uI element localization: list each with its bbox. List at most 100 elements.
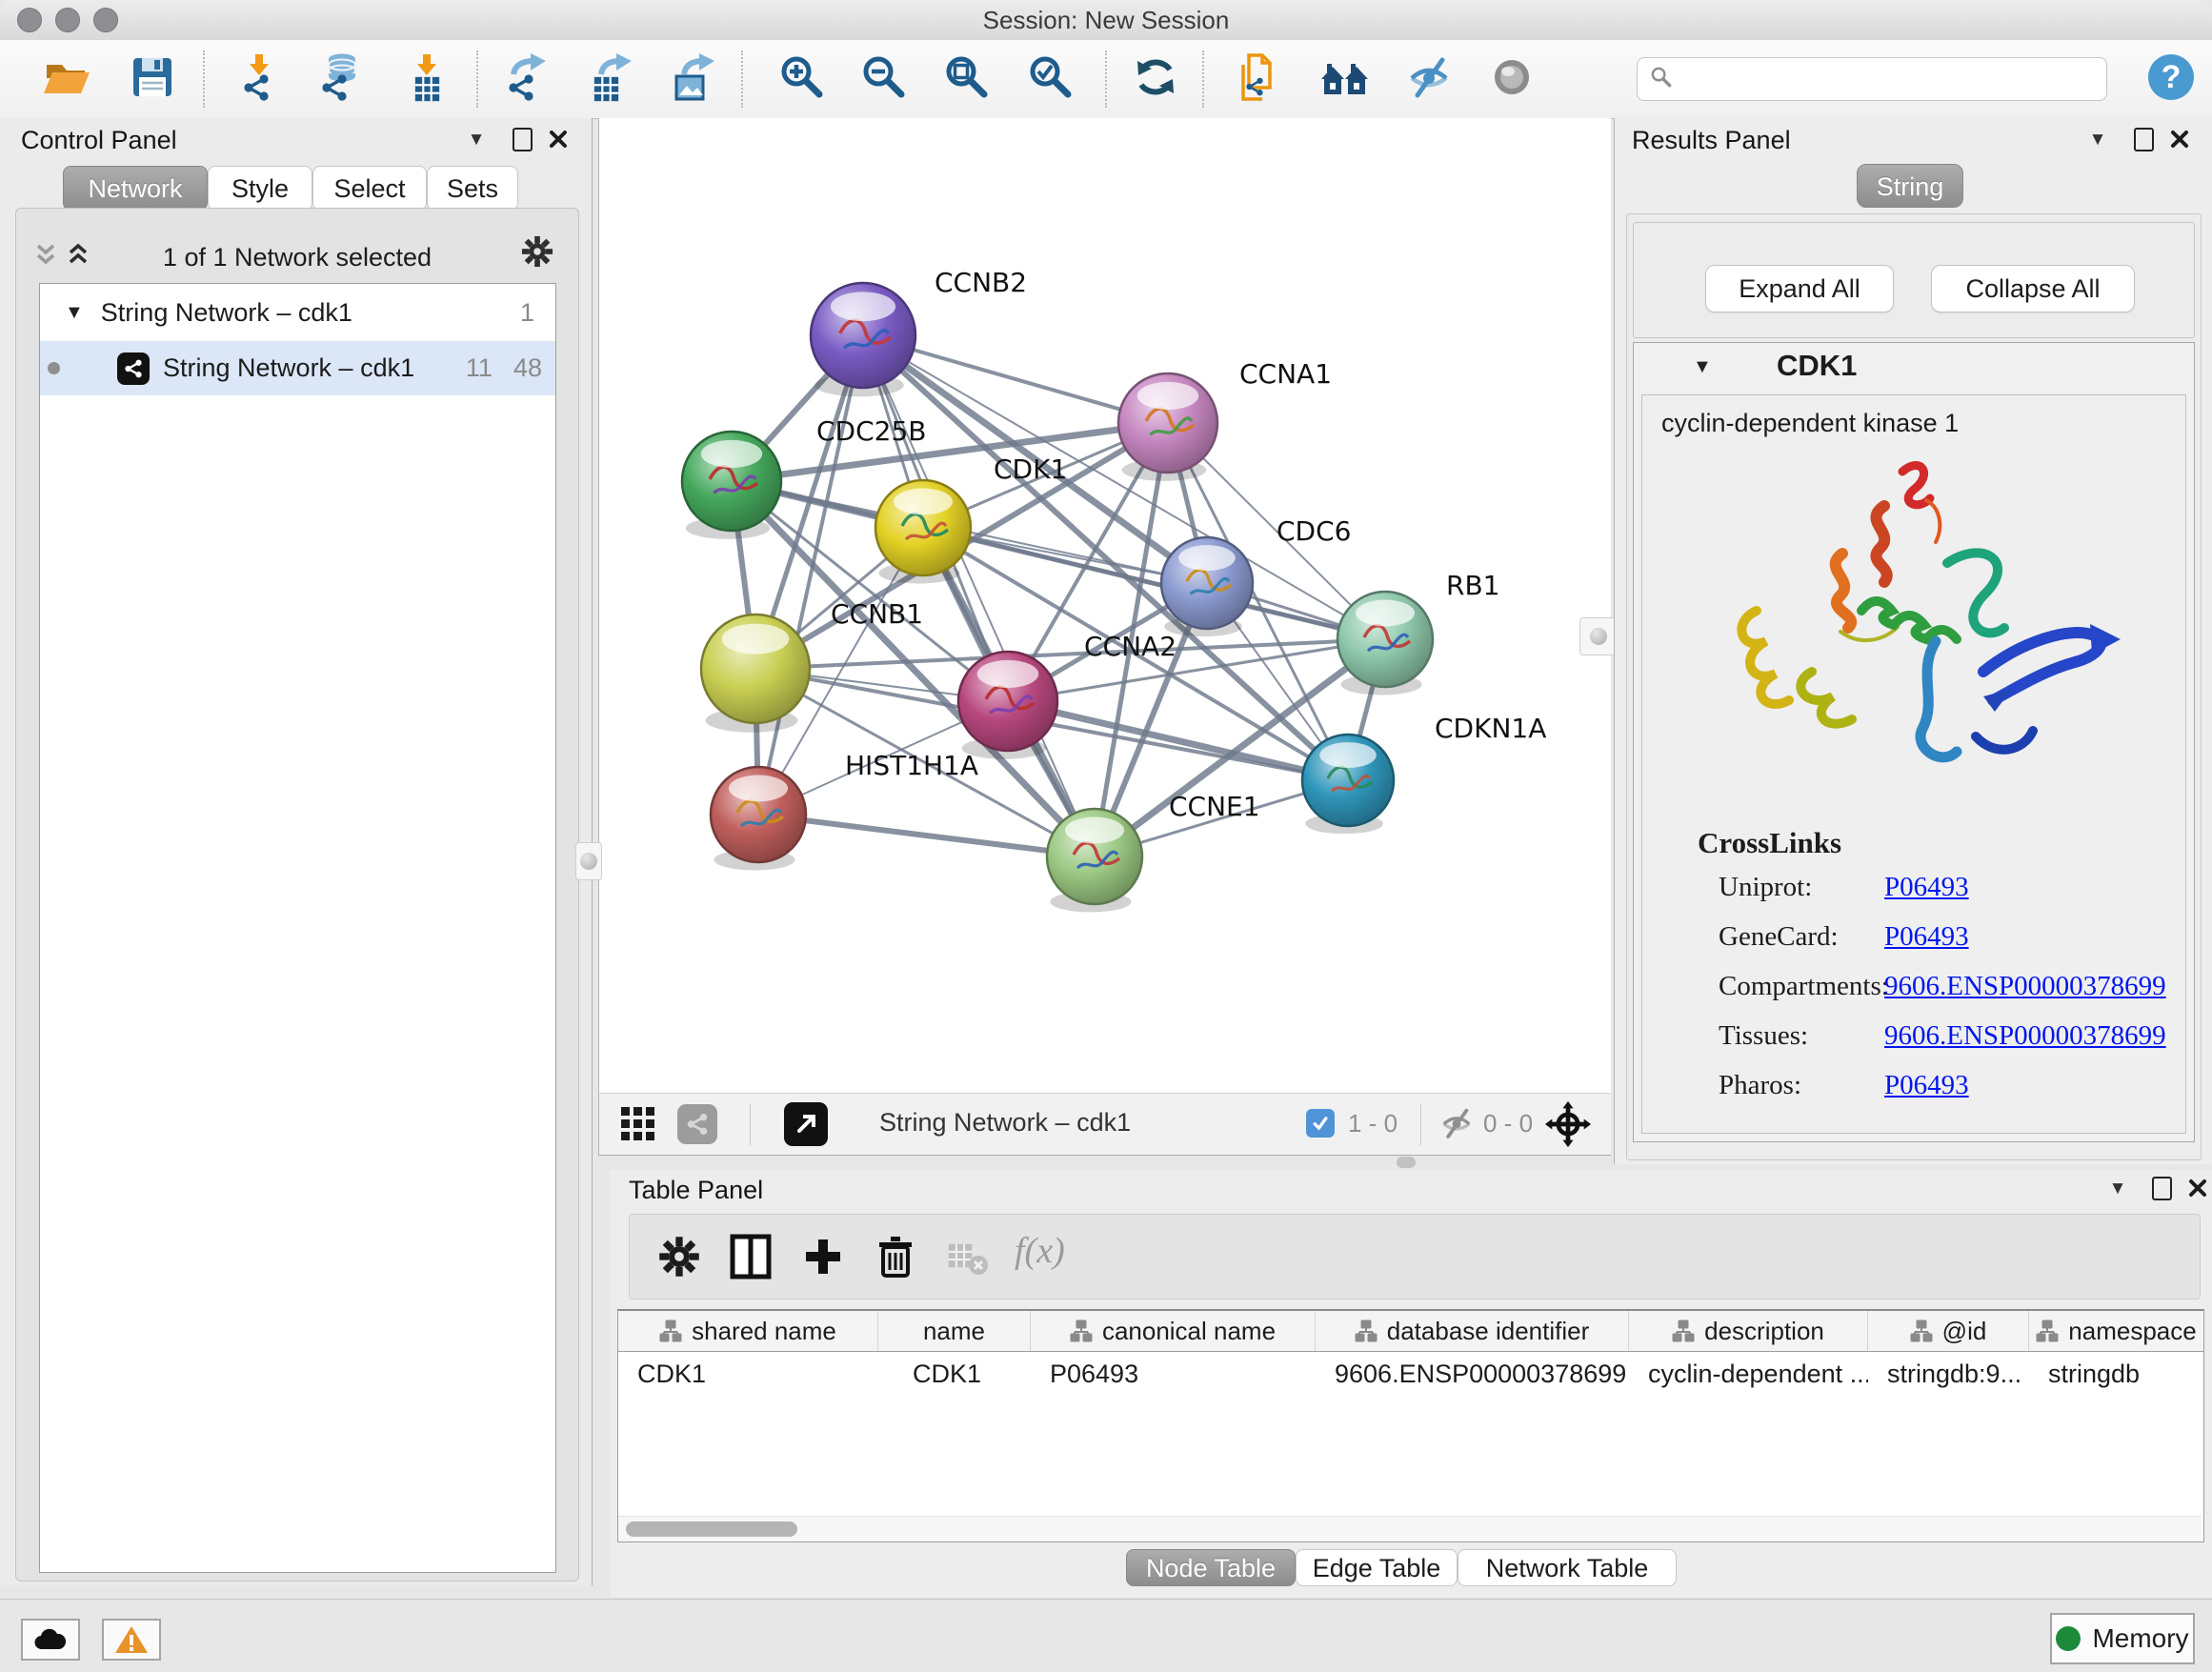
memory-button[interactable]: Memory [2050, 1613, 2195, 1664]
results-panel-float-button[interactable] [2127, 123, 2160, 155]
annotation-documents-button[interactable] [1233, 52, 1286, 106]
zoom-in-icon [776, 51, 828, 108]
crosslink-genecard-link[interactable]: P06493 [1884, 921, 1969, 953]
cell-database-identifier[interactable]: 9606.ENSP00000378699 [1316, 1352, 1629, 1396]
zoom-selected-button[interactable] [1024, 52, 1077, 106]
delete-column-button[interactable] [874, 1234, 917, 1284]
export-image-button[interactable] [666, 52, 719, 106]
table-panel-title: Table Panel [629, 1176, 763, 1205]
expand-all-button[interactable]: Expand All [1705, 265, 1894, 312]
cloud-status-button[interactable] [21, 1619, 80, 1661]
string-network-graph[interactable]: CCNB2CCNA1CDC25BCDK1CDC6RB1CCNB1CCNA2CDK… [599, 118, 1611, 1093]
tab-network[interactable]: Network [63, 166, 208, 211]
crosslink-compartments-link[interactable]: 9606.ENSP00000378699 [1884, 971, 2166, 1002]
export-network-button[interactable] [499, 52, 553, 106]
zoom-fit-button[interactable] [940, 52, 994, 106]
crosslink-tissues-link[interactable]: 9606.ENSP00000378699 [1884, 1020, 2166, 1052]
table-panel-menu-button[interactable]: ▼ [2101, 1172, 2134, 1204]
traffic-light-close[interactable] [17, 8, 42, 32]
column-header-canonical-name[interactable]: canonical name [1031, 1311, 1316, 1351]
hide-selected-button[interactable] [1402, 52, 1456, 106]
update-view-button[interactable] [1129, 52, 1182, 106]
detach-view-button[interactable] [784, 1102, 828, 1146]
warning-status-button[interactable] [102, 1619, 161, 1661]
table-options-button[interactable] [658, 1236, 700, 1282]
network-edge[interactable] [1008, 701, 1348, 780]
tab-sets[interactable]: Sets [427, 166, 518, 211]
network-node-CCNA1[interactable]: CCNA1 [1118, 358, 1332, 481]
show-grid-button[interactable] [620, 1106, 656, 1147]
cell-namespace[interactable]: stringdb [2029, 1352, 2203, 1396]
column-header-database-identifier[interactable]: database identifier [1316, 1311, 1629, 1351]
lens-button[interactable] [1485, 52, 1538, 106]
horizontal-scrollbar-thumb[interactable] [626, 1521, 797, 1537]
column-header-namespace[interactable]: namespace [2029, 1311, 2203, 1351]
show-columns-button[interactable] [729, 1234, 773, 1284]
houses-button[interactable] [1318, 52, 1372, 106]
table-panel-close-button[interactable] [2182, 1172, 2212, 1204]
toolbar-search-box[interactable] [1637, 57, 2107, 101]
cell-name[interactable]: CDK1 [878, 1352, 1031, 1396]
tree-expander-icon[interactable]: ▼ [65, 302, 84, 324]
horizontal-splitter-handle[interactable] [1397, 1157, 1416, 1168]
add-column-button[interactable] [801, 1234, 845, 1284]
control-panel-menu-button[interactable]: ▼ [460, 123, 493, 155]
open-session-button[interactable] [40, 52, 93, 106]
tab-style[interactable]: Style [208, 166, 312, 211]
zoom-in-button[interactable] [775, 52, 829, 106]
column-header-description[interactable]: description [1629, 1311, 1868, 1351]
network-canvas[interactable]: CCNB2CCNA1CDC25BCDK1CDC6RB1CCNB1CCNA2CDK… [598, 118, 1611, 1093]
export-image-icon [667, 51, 718, 108]
column-header-at-id[interactable]: @id [1868, 1311, 2029, 1351]
network-node-CDK1[interactable]: CDK1 [875, 453, 1067, 584]
traffic-light-minimize[interactable] [55, 8, 80, 32]
left-splitter-handle[interactable] [575, 842, 602, 880]
horizontal-scrollbar[interactable] [618, 1516, 2202, 1541]
results-panel-close-button[interactable] [2163, 123, 2196, 155]
help-button[interactable]: ? [2144, 52, 2198, 106]
tab-string[interactable]: String [1857, 164, 1963, 208]
table-row[interactable]: CDK1 CDK1 P06493 9606.ENSP00000378699 cy… [618, 1352, 2203, 1396]
import-network-database-button[interactable] [312, 52, 366, 106]
network-node-RB1[interactable]: RB1 [1337, 570, 1499, 695]
pan-tool-button[interactable] [1544, 1100, 1592, 1153]
main-toolbar: ? [0, 40, 2212, 119]
tab-node-table[interactable]: Node Table [1126, 1549, 1296, 1586]
network-tree-child-row[interactable]: String Network – cdk1 11 48 [40, 341, 555, 395]
network-tree-root-row[interactable]: ▼ String Network – cdk1 1 [40, 284, 555, 341]
right-splitter-handle[interactable] [1579, 617, 1618, 655]
column-header-name[interactable]: name [878, 1311, 1031, 1351]
network-node-HIST1H1A[interactable]: HIST1H1A [711, 750, 978, 871]
import-network-file-button[interactable] [232, 52, 286, 106]
save-session-button[interactable] [126, 52, 179, 106]
table-panel-float-button[interactable] [2145, 1172, 2178, 1204]
annotation-documents-icon [1234, 51, 1285, 108]
traffic-light-zoom[interactable] [93, 8, 118, 32]
entry-collapse-button[interactable]: ▼ [1693, 356, 1712, 378]
control-panel-float-button[interactable] [506, 123, 538, 155]
export-table-button[interactable] [583, 52, 636, 106]
network-options-button[interactable] [521, 235, 553, 268]
cell-shared-name[interactable]: CDK1 [618, 1352, 878, 1396]
import-table-button[interactable] [400, 52, 453, 106]
tab-edge-table[interactable]: Edge Table [1296, 1549, 1458, 1586]
network-edge[interactable] [758, 815, 1095, 856]
column-header-shared-name[interactable]: shared name [618, 1311, 878, 1351]
zoom-out-button[interactable] [857, 52, 911, 106]
hidden-indicator[interactable] [1438, 1104, 1476, 1147]
tab-network-table[interactable]: Network Table [1458, 1549, 1677, 1586]
cell-at-id[interactable]: stringdb:9... [1868, 1352, 2029, 1396]
cell-description[interactable]: cyclin-dependent ... [1629, 1352, 1868, 1396]
network-node-CDKN1A[interactable]: CDKN1A [1302, 713, 1546, 834]
cell-canonical-name[interactable]: P06493 [1031, 1352, 1316, 1396]
selected-checkbox[interactable] [1306, 1109, 1335, 1138]
crosslink-uniprot-link[interactable]: P06493 [1884, 872, 1969, 903]
collapse-all-button[interactable]: Collapse All [1931, 265, 2135, 312]
control-panel-close-button[interactable] [542, 123, 574, 155]
network-view-badge[interactable] [677, 1104, 717, 1144]
results-panel-menu-button[interactable]: ▼ [2081, 123, 2114, 155]
search-input[interactable] [1681, 65, 2095, 93]
tab-select[interactable]: Select [312, 166, 427, 211]
svg-text:?: ? [2162, 59, 2182, 95]
crosslink-pharos-link[interactable]: P06493 [1884, 1070, 1969, 1101]
